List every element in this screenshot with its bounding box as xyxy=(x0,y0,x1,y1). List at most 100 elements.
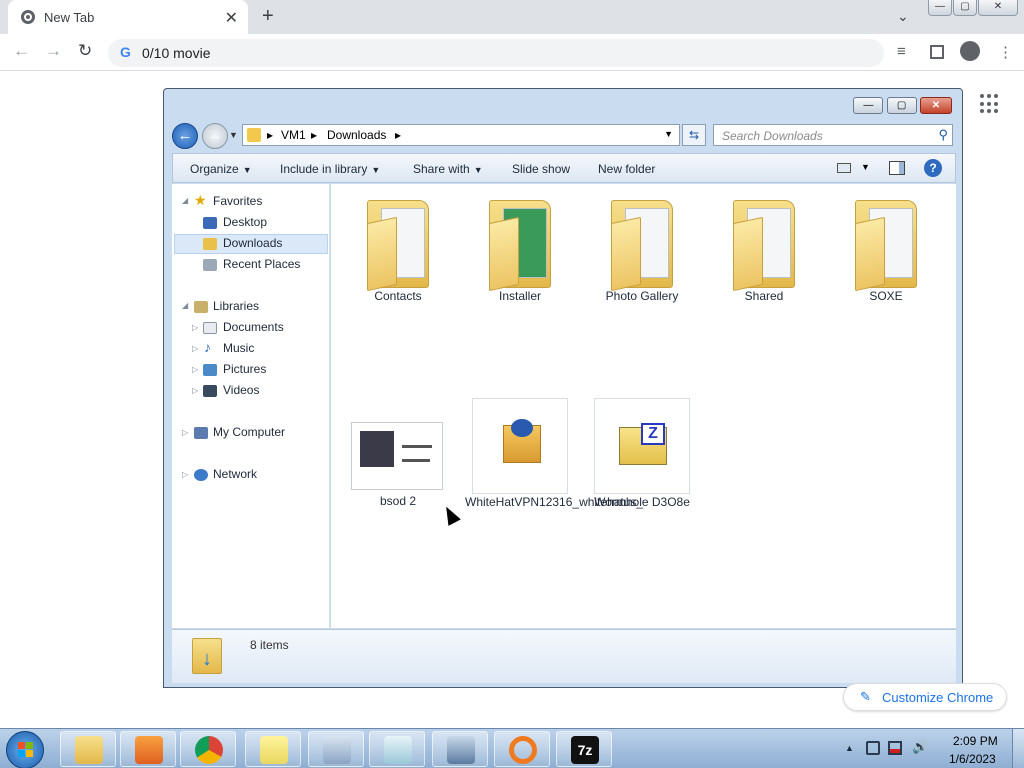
menu-dots-icon[interactable]: ⋮ xyxy=(998,43,1013,61)
include-in-library-button[interactable]: Include in library ▼ xyxy=(280,162,380,176)
search-placeholder: Search Downloads xyxy=(722,129,823,143)
expand-icon[interactable]: ▷ xyxy=(192,386,198,395)
view-dropdown-icon[interactable]: ▼ xyxy=(861,162,870,172)
forward-icon[interactable]: → xyxy=(45,41,62,61)
nav-documents[interactable]: Documents xyxy=(223,320,284,334)
tab-title: New Tab xyxy=(44,10,95,25)
google-apps-icon[interactable] xyxy=(980,94,1000,114)
expand-icon[interactable]: ▷ xyxy=(192,365,198,374)
chrome-restore-button[interactable]: ▢ xyxy=(953,0,977,16)
recent-pages-dropdown-icon[interactable]: ▼ xyxy=(229,130,238,140)
music-icon: ♪ xyxy=(204,339,211,355)
breadcrumb-separator-icon[interactable]: ▸ xyxy=(267,128,273,142)
tab-new-tab[interactable]: New Tab ✕ xyxy=(8,0,248,34)
breadcrumb-separator-icon[interactable]: ▸ xyxy=(395,128,401,142)
preview-pane-icon[interactable] xyxy=(889,161,905,175)
explorer-forward-button[interactable]: → xyxy=(202,123,228,149)
tab-close-icon[interactable]: ✕ xyxy=(225,8,238,28)
expand-icon[interactable]: ▷ xyxy=(192,323,198,332)
chrome-icon[interactable] xyxy=(180,731,236,767)
nav-downloads[interactable]: Downloads xyxy=(223,236,282,250)
start-button[interactable] xyxy=(6,731,44,768)
windows-logo-icon xyxy=(18,742,34,758)
address-text[interactable]: 0/10 movie xyxy=(142,45,210,61)
file-label: WhiteHatVPN12316_whitehatus_ xyxy=(465,495,644,509)
search-input[interactable]: Search Downloads ⚲ xyxy=(713,124,953,146)
folder-icon xyxy=(855,194,921,292)
nav-network[interactable]: Network xyxy=(213,467,257,481)
calculator-icon[interactable] xyxy=(308,731,364,767)
customize-chrome-button[interactable]: ✎ Customize Chrome xyxy=(843,683,1007,711)
downloads-icon xyxy=(203,238,217,250)
clock-date[interactable]: 1/6/2023 xyxy=(949,752,996,766)
media-player-icon[interactable] xyxy=(120,731,176,767)
search-icon[interactable]: ⚲ xyxy=(938,127,948,143)
explorer-maximize-button[interactable]: ▢ xyxy=(886,97,917,114)
new-folder-button[interactable]: New folder xyxy=(598,162,655,176)
explorer-close-button[interactable]: ✕ xyxy=(920,97,952,114)
slide-show-button[interactable]: Slide show xyxy=(512,162,570,176)
nav-my-computer[interactable]: My Computer xyxy=(213,425,285,439)
explorer-address-row: ← → ▼ ▸ VM1 ▸ Downloads ▸ ▼ ⇆ Search Dow… xyxy=(172,122,956,150)
nav-recent-places[interactable]: Recent Places xyxy=(223,257,300,271)
breadcrumb-vm1[interactable]: VM1 xyxy=(281,128,306,142)
help-icon[interactable]: ? xyxy=(924,159,942,177)
refresh-icon[interactable]: ⇆ xyxy=(682,124,706,146)
explorer-window-controls: — ▢ ✕ xyxy=(853,97,952,114)
breadcrumb-downloads[interactable]: Downloads xyxy=(327,128,386,142)
7zip-icon[interactable]: 7z xyxy=(556,731,612,767)
nav-favorites[interactable]: Favorites xyxy=(213,194,262,208)
file-whitehatvpn-installer[interactable]: WhiteHatVPN12316_whitehatus_ xyxy=(465,398,644,528)
blender-icon[interactable] xyxy=(494,731,550,767)
action-center-icon[interactable] xyxy=(866,741,880,755)
address-bar[interactable]: G 0/10 movie xyxy=(108,39,884,67)
side-panel-icon[interactable] xyxy=(930,45,944,59)
reading-list-icon[interactable]: ≡ xyxy=(897,43,906,60)
chrome-minimize-button[interactable]: — xyxy=(928,0,952,16)
tab-search-icon[interactable]: ⌄ xyxy=(897,8,909,25)
chrome-close-button[interactable]: ✕ xyxy=(978,0,1018,16)
share-with-button[interactable]: Share with ▼ xyxy=(413,162,483,176)
nav-pictures[interactable]: Pictures xyxy=(223,362,266,376)
reload-icon[interactable]: ↻ xyxy=(78,41,92,61)
folder-shared[interactable]: Shared xyxy=(709,194,819,304)
clock-time[interactable]: 2:09 PM xyxy=(953,734,998,748)
customize-chrome-label: Customize Chrome xyxy=(882,690,994,705)
nav-libraries[interactable]: Libraries xyxy=(213,299,259,313)
change-view-icon[interactable] xyxy=(837,163,851,173)
expand-icon[interactable]: ▷ xyxy=(192,344,198,353)
show-hidden-icons-icon[interactable]: ▲ xyxy=(845,743,854,753)
address-dropdown-icon[interactable]: ▼ xyxy=(664,129,673,139)
nav-music[interactable]: Music xyxy=(223,341,254,355)
expand-computer-icon[interactable]: ▷ xyxy=(182,428,188,437)
breadcrumb-separator-icon[interactable]: ▸ xyxy=(311,128,317,142)
organize-button[interactable]: Organize ▼ xyxy=(190,162,252,176)
breadcrumb[interactable]: ▸ VM1 ▸ Downloads ▸ ▼ xyxy=(242,124,680,146)
network-status-icon[interactable] xyxy=(888,741,902,755)
network-connect-icon[interactable] xyxy=(432,731,488,767)
collapse-favorites-icon[interactable]: ◢ xyxy=(182,196,188,205)
folder-soxe[interactable]: SOXE xyxy=(831,194,941,304)
share-with-label: Share with xyxy=(413,162,470,176)
expand-network-icon[interactable]: ▷ xyxy=(182,470,188,479)
file-label: Installer xyxy=(498,289,542,303)
explorer-back-button[interactable]: ← xyxy=(172,123,198,149)
show-desktop-button[interactable] xyxy=(1012,729,1024,768)
notepad-icon[interactable] xyxy=(369,731,425,767)
nav-desktop[interactable]: Desktop xyxy=(223,215,267,229)
new-tab-button[interactable]: + xyxy=(262,5,274,28)
sticky-notes-icon[interactable] xyxy=(245,731,301,767)
zip-z-icon: Z xyxy=(641,423,665,445)
profile-avatar-icon[interactable] xyxy=(960,41,980,61)
file-bsod-2[interactable]: bsod 2 xyxy=(343,422,453,522)
folder-photo-gallery[interactable]: Photo Gallery xyxy=(587,194,697,304)
back-icon[interactable]: ← xyxy=(13,41,30,61)
file-wormhole-archive[interactable]: Z Wormhole D3O8e xyxy=(587,398,697,528)
collapse-libraries-icon[interactable]: ◢ xyxy=(182,301,188,310)
folder-contacts[interactable]: Contacts xyxy=(343,194,453,304)
folder-installer[interactable]: Installer xyxy=(465,194,575,304)
volume-icon[interactable]: 🔊 xyxy=(912,739,928,754)
nav-videos[interactable]: Videos xyxy=(223,383,259,397)
file-explorer-icon[interactable] xyxy=(60,731,116,767)
explorer-minimize-button[interactable]: — xyxy=(853,97,884,114)
